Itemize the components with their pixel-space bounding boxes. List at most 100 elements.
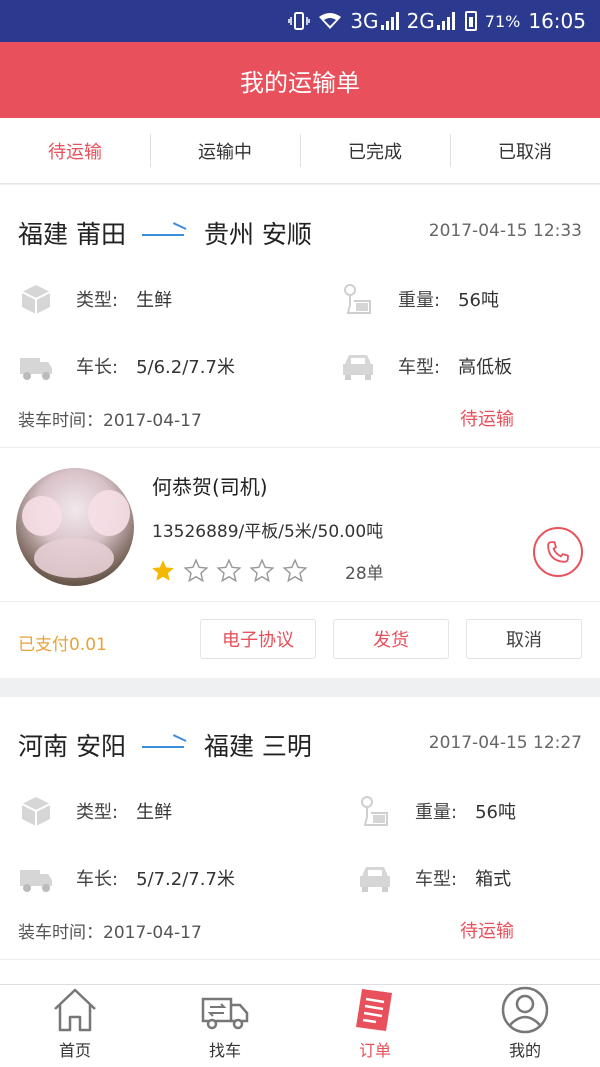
tab-label: 运输中 bbox=[198, 141, 252, 163]
length-label: 车长: bbox=[76, 357, 119, 378]
nav-orders[interactable]: 订单 bbox=[300, 985, 450, 1067]
signal-icon bbox=[380, 12, 399, 30]
order-datetime: 2017-04-15 12:27 bbox=[428, 733, 582, 753]
order-status: 待运输 bbox=[460, 921, 514, 942]
cargo-type: 类型: 生鲜 bbox=[18, 795, 172, 827]
destination-city: 福建 三明 bbox=[203, 732, 312, 761]
order-card[interactable]: 福建 莆田 贵州 安顺 2017-04-15 12:33 类型: 生鲜 重量: … bbox=[0, 185, 600, 678]
driver-name: 何恭贺(司机) bbox=[152, 475, 268, 499]
network-2g-label: 2G bbox=[406, 9, 435, 33]
tab-label: 已取消 bbox=[498, 141, 552, 163]
wifi-icon bbox=[318, 12, 342, 30]
destination-city: 贵州 安顺 bbox=[203, 220, 312, 249]
model-value: 高低板 bbox=[458, 357, 513, 378]
nav-label: 订单 bbox=[358, 1041, 391, 1060]
star-filled-icon bbox=[152, 560, 174, 581]
call-driver-button[interactable] bbox=[533, 527, 583, 577]
weight-value: 56吨 bbox=[458, 290, 499, 311]
weight-value: 56吨 bbox=[475, 802, 516, 823]
star-empty-icon bbox=[183, 558, 209, 583]
cargo-weight: 重量: 56吨 bbox=[340, 283, 499, 315]
star-empty-icon bbox=[249, 558, 275, 583]
tab-label: 待运输 bbox=[48, 141, 102, 163]
phone-icon bbox=[547, 541, 569, 563]
app-header: 我的运输单 bbox=[0, 42, 600, 118]
nav-profile[interactable]: 我的 bbox=[450, 985, 600, 1067]
tab-in-transit[interactable]: 运输中 bbox=[150, 118, 300, 183]
box-icon bbox=[18, 283, 54, 315]
vehicle-length: 车长: 5/6.2/7.7米 bbox=[18, 350, 235, 382]
nav-label: 我的 bbox=[508, 1041, 541, 1060]
route-arrow-icon bbox=[141, 227, 188, 239]
divider bbox=[0, 447, 600, 448]
star-empty-icon bbox=[282, 558, 308, 583]
home-icon bbox=[54, 988, 96, 1032]
truck-icon bbox=[201, 997, 249, 1030]
box-icon bbox=[18, 795, 54, 827]
cancel-button[interactable]: 取消 bbox=[466, 619, 582, 659]
nav-label: 找车 bbox=[208, 1041, 241, 1060]
tab-label: 已完成 bbox=[348, 141, 402, 163]
network-3g-label: 3G bbox=[350, 9, 379, 33]
divider bbox=[0, 959, 600, 960]
cargo-weight: 重量: 56吨 bbox=[357, 795, 516, 827]
scale-icon bbox=[357, 795, 393, 827]
route-arrow-icon bbox=[141, 739, 188, 751]
e-agreement-button[interactable]: 电子协议 bbox=[200, 619, 316, 659]
battery-icon bbox=[464, 11, 477, 31]
origin-city: 河南 安阳 bbox=[18, 732, 126, 761]
cargo-type: 类型: 生鲜 bbox=[18, 283, 172, 315]
load-time: 装车时间：2017-04-17 bbox=[18, 411, 202, 431]
length-label: 车长: bbox=[76, 869, 119, 890]
driver-rating: 28单 bbox=[150, 558, 384, 584]
vehicle-model: 车型: 高低板 bbox=[340, 350, 512, 382]
payment-status: 已支付0.01 bbox=[18, 635, 107, 655]
order-card[interactable]: 河南 安阳 福建 三明 2017-04-15 12:27 类型: 生鲜 重量: … bbox=[0, 697, 600, 987]
user-icon bbox=[501, 986, 549, 1034]
weight-label: 重量: bbox=[398, 290, 441, 311]
page-title: 我的运输单 bbox=[240, 68, 360, 97]
length-value: 5/6.2/7.7米 bbox=[136, 357, 235, 378]
status-bar: 3G 2G 71% 16:05 bbox=[0, 0, 600, 42]
signal-icon bbox=[436, 12, 455, 30]
nav-home[interactable]: 首页 bbox=[0, 985, 150, 1067]
scale-icon bbox=[340, 283, 376, 315]
order-status-tabs: 待运输 运输中 已完成 已取消 bbox=[0, 118, 600, 184]
truck-icon bbox=[18, 862, 54, 894]
order-icon bbox=[356, 989, 392, 1031]
type-value: 生鲜 bbox=[136, 290, 173, 311]
driver-avatar bbox=[16, 468, 134, 586]
bottom-nav: 首页 找车 订单 我的 bbox=[0, 984, 600, 1067]
truck-icon bbox=[18, 350, 54, 382]
model-label: 车型: bbox=[415, 869, 458, 890]
battery-percent: 71% bbox=[484, 11, 521, 31]
order-status: 待运输 bbox=[460, 409, 514, 430]
type-label: 类型: bbox=[76, 802, 119, 823]
ship-button[interactable]: 发货 bbox=[333, 619, 449, 659]
order-count: 28单 bbox=[345, 563, 384, 584]
route: 河南 安阳 福建 三明 bbox=[18, 727, 312, 763]
route: 福建 莆田 贵州 安顺 bbox=[18, 215, 312, 251]
vibrate-icon bbox=[288, 11, 311, 31]
type-label: 类型: bbox=[76, 290, 119, 311]
nav-label: 首页 bbox=[58, 1041, 91, 1060]
car-icon bbox=[357, 862, 393, 894]
model-value: 箱式 bbox=[475, 869, 512, 890]
car-icon bbox=[340, 350, 376, 382]
vehicle-length: 车长: 5/7.2/7.7米 bbox=[18, 862, 235, 894]
model-label: 车型: bbox=[398, 357, 441, 378]
tab-cancelled[interactable]: 已取消 bbox=[450, 118, 600, 183]
type-value: 生鲜 bbox=[136, 802, 173, 823]
origin-city: 福建 莆田 bbox=[18, 220, 126, 249]
driver-vehicle-info: 13526889/平板/5米/50.00吨 bbox=[152, 522, 384, 542]
star-empty-icon bbox=[216, 558, 242, 583]
divider bbox=[0, 601, 600, 602]
vehicle-model: 车型: 箱式 bbox=[357, 862, 511, 894]
nav-find-vehicle[interactable]: 找车 bbox=[150, 985, 300, 1067]
tab-completed[interactable]: 已完成 bbox=[300, 118, 450, 183]
order-datetime: 2017-04-15 12:33 bbox=[428, 221, 582, 241]
load-time: 装车时间：2017-04-17 bbox=[18, 923, 202, 943]
weight-label: 重量: bbox=[415, 802, 458, 823]
tab-pending[interactable]: 待运输 bbox=[0, 118, 150, 183]
clock: 16:05 bbox=[528, 9, 586, 33]
